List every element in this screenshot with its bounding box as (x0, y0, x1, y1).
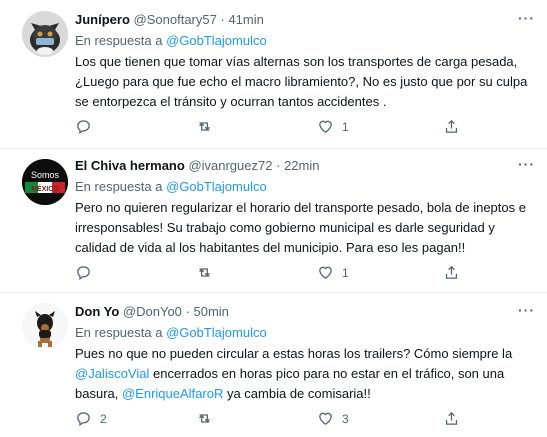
user-handle[interactable]: @DonYo0 (123, 304, 182, 319)
reply-context: En respuesta a @GobTlajomulco (75, 179, 267, 195)
separator-dot: · (220, 12, 225, 27)
avatar-text-bottom: MÉXICO (31, 184, 59, 193)
retweet-icon (199, 268, 210, 277)
heart-icon (319, 266, 332, 279)
retweet-button[interactable] (196, 264, 221, 281)
tweet-text: Pero no quieren regularizar el horario d… (75, 200, 526, 255)
more-icon[interactable]: ··· (518, 10, 535, 26)
avatar-don-yo[interactable] (22, 303, 68, 349)
retweet-button[interactable] (196, 410, 221, 427)
reply-button[interactable]: 2 (75, 410, 107, 427)
tweet-header: El Chiva hermano @ivanrguez72 · 22min (75, 158, 319, 174)
separator-dot: · (185, 304, 190, 319)
heart-icon (319, 412, 332, 425)
share-icon (445, 265, 458, 279)
tweet-header: Junípero @Sonoftary57 · 41min (75, 12, 264, 28)
tweet-actions: 1 (75, 118, 458, 136)
reply-button[interactable] (75, 264, 100, 281)
heart-icon (319, 120, 332, 133)
display-name[interactable]: El Chiva hermano (75, 158, 185, 173)
avatar-el-chiva[interactable]: Somos MÉXICO (22, 159, 68, 205)
user-handle[interactable]: @ivanrguez72 (188, 158, 272, 173)
tweet-actions: 2 3 (75, 410, 458, 428)
reply-prefix: En respuesta a (75, 325, 163, 340)
timestamp[interactable]: 41min (228, 12, 263, 27)
somos-mexico-avatar-image: Somos MÉXICO (22, 159, 68, 205)
like-button[interactable]: 3 (317, 410, 349, 427)
like-button[interactable]: 1 (317, 118, 349, 135)
like-button[interactable]: 1 (317, 264, 349, 281)
tweet-text: Los que tienen que tomar vías alternas s… (75, 54, 528, 109)
retweet-icon (199, 414, 210, 423)
separator-dot: · (276, 158, 281, 173)
user-handle[interactable]: @Sonoftary57 (134, 12, 217, 27)
reply-context: En respuesta a @GobTlajomulco (75, 33, 267, 49)
display-name[interactable]: Junípero (75, 12, 130, 27)
share-button[interactable] (443, 118, 460, 135)
share-icon (445, 411, 458, 425)
tweet-text-part: ya cambia de comisaria!! (223, 386, 371, 401)
cat-avatar-image (22, 11, 68, 57)
reply-prefix: En respuesta a (75, 179, 163, 194)
more-icon[interactable]: ··· (518, 156, 535, 172)
reply-button[interactable] (75, 118, 100, 135)
tweet-header: Don Yo @DonYo0 · 50min (75, 304, 229, 320)
reply-mention[interactable]: @GobTlajomulco (166, 325, 267, 340)
retweet-icon (199, 122, 210, 131)
reply-mention[interactable]: @GobTlajomulco (166, 33, 267, 48)
like-count: 1 (342, 119, 349, 134)
like-count: 1 (342, 265, 349, 280)
avatar-text-top: Somos (31, 170, 60, 180)
reply-mention[interactable]: @GobTlajomulco (166, 179, 267, 194)
tweet-actions: 1 (75, 264, 458, 282)
timestamp[interactable]: 50min (194, 304, 229, 319)
tweet-text-part: Pues no que no pueden circular a estas h… (75, 346, 513, 361)
reply-icon (77, 120, 90, 135)
mention-enriquealfaror[interactable]: @EnriqueAlfaroR (122, 386, 223, 401)
reply-prefix: En respuesta a (75, 33, 163, 48)
share-button[interactable] (443, 264, 460, 281)
share-icon (445, 119, 458, 133)
reply-icon (77, 412, 90, 427)
tweet-1[interactable]: Junípero @Sonoftary57 · 41min ··· En res… (0, 0, 547, 148)
mention-jaliscovial[interactable]: @JaliscoVial (75, 366, 149, 381)
tweet-text: Pues no que no pueden circular a estas h… (75, 344, 535, 404)
reply-count: 2 (100, 411, 107, 426)
avatar-junipero[interactable] (22, 11, 68, 57)
more-icon[interactable]: ··· (518, 302, 535, 318)
display-name[interactable]: Don Yo (75, 304, 119, 319)
dog-avatar-image (22, 303, 68, 349)
reply-context: En respuesta a @GobTlajomulco (75, 325, 267, 341)
reply-icon (77, 266, 90, 281)
retweet-button[interactable] (196, 118, 221, 135)
tweet-3[interactable]: Don Yo @DonYo0 · 50min ··· En respuesta … (0, 293, 547, 437)
timestamp[interactable]: 22min (284, 158, 319, 173)
tweet-2[interactable]: Somos MÉXICO El Chiva hermano @ivanrguez… (0, 149, 547, 292)
like-count: 3 (342, 411, 349, 426)
share-button[interactable] (443, 410, 460, 427)
